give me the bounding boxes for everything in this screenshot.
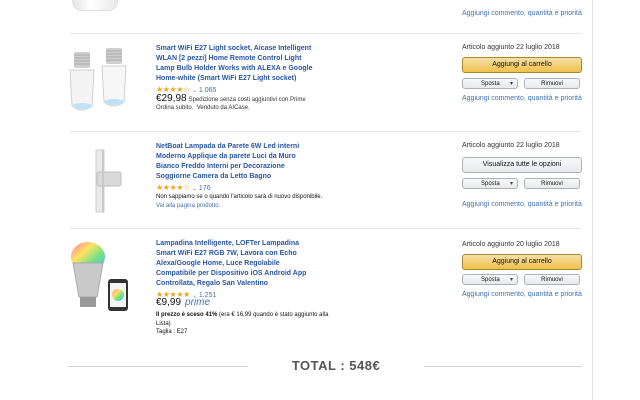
star-rating-icon: ★★★★☆ [156, 183, 190, 192]
wishlist-panel: Aggiungi commento, quantità e priorità S… [56, 0, 593, 400]
item-size: Taglia : E27 [156, 329, 188, 335]
product-page-link[interactable]: Vai alla pagina prodotto. [156, 203, 220, 209]
item-price: €9,99 [156, 297, 182, 308]
price-drop: Il prezzo è sceso 41% [156, 312, 218, 318]
previous-item-thumbnail[interactable] [72, 0, 118, 11]
item-title-link[interactable]: Smart WiFi E27 Light socket, Aicase Inte… [156, 44, 314, 84]
move-dropdown[interactable]: Sposta ▾ [462, 178, 518, 189]
chevron-down-icon: ▾ [509, 81, 513, 87]
view-options-button[interactable]: Visualizza tutte le opzioni [462, 157, 582, 173]
divider [70, 33, 582, 34]
wall-lamp-image[interactable] [66, 144, 142, 220]
seller-info: Venduto da AICase. [196, 105, 250, 111]
divider [70, 131, 582, 132]
chevron-down-icon: ▾ [509, 181, 513, 187]
item-title-link[interactable]: NetBoat Lampada da Parete 6W Led interni… [156, 142, 314, 182]
date-added: Articolo aggiunto 22 luglio 2018 [462, 142, 560, 149]
add-to-cart-button[interactable]: Aggiungi al carrello [462, 57, 582, 73]
smart-bulb-image[interactable] [66, 239, 142, 315]
move-label: Sposta [481, 81, 500, 87]
price-block: €9,99 prime [156, 297, 326, 308]
add-to-cart-button[interactable]: Aggiungi al carrello [462, 254, 582, 270]
availability-text: Non sappiamo se o quando l'articolo sarà… [156, 194, 323, 200]
remove-button[interactable]: Rimuovi [524, 78, 580, 89]
add-comment-link[interactable]: Aggiungi commento, quantità e priorità [462, 10, 582, 17]
order-note: Ordina subito. [156, 105, 194, 111]
chevron-down-icon: ⌄ [191, 186, 197, 192]
remove-button[interactable]: Rimuovi [524, 274, 580, 285]
add-comment-link[interactable]: Aggiungi commento, quantità e priorità [462, 95, 582, 102]
move-dropdown[interactable]: Sposta ▾ [462, 78, 518, 89]
item-title-link[interactable]: Lampadina Intelligente, LOFTer Lampadina… [156, 239, 314, 289]
wishlist-total: TOTAL : 548€ [291, 358, 381, 373]
add-comment-link[interactable]: Aggiungi commento, quantità e priorità [462, 291, 582, 298]
move-label: Sposta [481, 277, 500, 283]
chevron-down-icon: ⌄ [191, 88, 197, 94]
price-block: €29,98 Spedizione senza costi aggiuntivi … [156, 93, 326, 112]
divider [70, 228, 582, 229]
prime-badge: prime [185, 297, 211, 308]
review-count[interactable]: 176 [199, 185, 211, 192]
remove-button[interactable]: Rimuovi [524, 178, 580, 189]
smart-socket-image[interactable] [66, 46, 142, 122]
date-added: Articolo aggiunto 22 luglio 2018 [462, 44, 560, 51]
chevron-down-icon: ▾ [509, 277, 513, 283]
move-dropdown[interactable]: Sposta ▾ [462, 274, 518, 285]
date-added: Articolo aggiunto 20 luglio 2018 [462, 241, 560, 248]
shipping-info: Spedizione senza costi aggiuntivi con Pr… [188, 97, 306, 103]
item-price: €29,98 [156, 93, 187, 104]
review-count[interactable]: 1.065 [199, 87, 217, 94]
price-drop-note: Il prezzo è sceso 41% (era € 16,99 quand… [156, 311, 331, 337]
divider [424, 366, 582, 367]
availability-note: Non sappiamo se o quando l'articolo sarà… [156, 193, 331, 210]
move-label: Sposta [481, 181, 500, 187]
divider [68, 366, 248, 367]
add-comment-link[interactable]: Aggiungi commento, quantità e priorità [462, 201, 582, 208]
